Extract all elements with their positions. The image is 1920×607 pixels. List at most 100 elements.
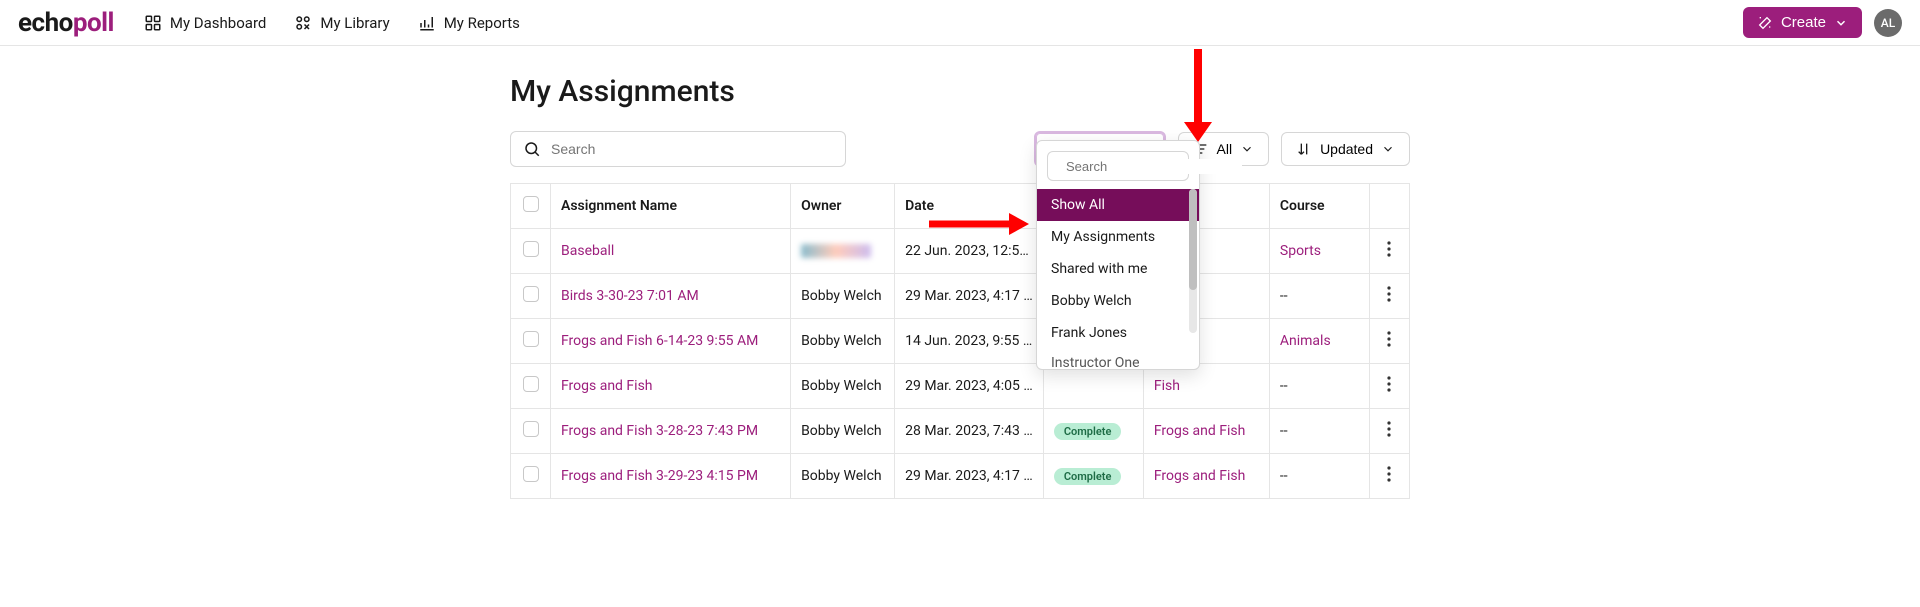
dashboard-icon — [144, 14, 162, 32]
row-actions-menu[interactable] — [1387, 286, 1391, 302]
assessment-link[interactable]: Frogs and Fish — [1154, 423, 1246, 439]
owner-cell: Bobby Welch — [791, 409, 895, 454]
assignment-link[interactable]: Frogs and Fish 6-14-23 9:55 AM — [561, 333, 758, 349]
col-course: Course — [1269, 184, 1369, 229]
dropdown-item[interactable]: Show All — [1037, 189, 1199, 221]
table-row: Frogs and Fish Bobby Welch29 Mar. 2023, 4… — [511, 364, 1410, 409]
course-cell: -- — [1269, 274, 1369, 319]
assignment-link[interactable]: Frogs and Fish — [561, 378, 653, 394]
table-row: Birds 3-30-23 7:01 AM Bobby Welch29 Mar. … — [511, 274, 1410, 319]
row-checkbox[interactable] — [523, 331, 539, 347]
status-badge: Complete — [1054, 423, 1122, 440]
blurred-owner — [801, 244, 871, 258]
date-cell: 28 Mar. 2023, 7:43 … — [895, 409, 1044, 454]
scrollbar-thumb[interactable] — [1189, 189, 1197, 290]
dropdown-item[interactable]: My Assignments — [1037, 221, 1199, 253]
owner-cell — [791, 229, 895, 274]
row-actions-menu[interactable] — [1387, 421, 1391, 437]
date-cell: 29 Mar. 2023, 4:17 … — [895, 454, 1044, 499]
select-all-checkbox[interactable] — [523, 196, 539, 212]
create-label: Create — [1781, 14, 1826, 31]
assessment-cell: Frogs and Fish — [1143, 454, 1269, 499]
main-content: My Assignments Show All All Updated — [510, 74, 1410, 499]
show-all-dropdown: Show AllMy AssignmentsShared with meBobb… — [1036, 140, 1200, 370]
dropdown-search[interactable] — [1047, 151, 1189, 181]
assignment-link[interactable]: Frogs and Fish 3-28-23 7:43 PM — [561, 423, 758, 439]
search-input[interactable] — [551, 141, 833, 157]
course-cell: Animals — [1269, 319, 1369, 364]
create-button[interactable]: Create — [1743, 7, 1862, 38]
sort-icon — [1296, 141, 1312, 157]
col-actions — [1369, 184, 1409, 229]
owner-cell: Bobby Welch — [791, 454, 895, 499]
row-checkbox[interactable] — [523, 421, 539, 437]
assignment-link[interactable]: Baseball — [561, 243, 614, 259]
page-title: My Assignments — [510, 74, 1410, 109]
topbar: echopoll My Dashboard My Library My Repo… — [0, 0, 1920, 46]
status-cell — [1043, 364, 1143, 409]
search-icon — [523, 140, 541, 158]
assignment-link[interactable]: Frogs and Fish 3-29-23 4:15 PM — [561, 468, 758, 484]
owner-cell: Bobby Welch — [791, 319, 895, 364]
assignment-link[interactable]: Birds 3-30-23 7:01 AM — [561, 288, 699, 304]
search-box[interactable] — [510, 131, 846, 167]
dropdown-item[interactable]: Shared with me — [1037, 253, 1199, 285]
brand-part2: poll — [73, 8, 114, 38]
library-icon — [294, 14, 312, 32]
nav-reports-label: My Reports — [444, 14, 520, 32]
status-cell: Complete — [1043, 409, 1143, 454]
annotation-arrow-down — [1178, 44, 1218, 144]
assessment-cell: Frogs and Fish — [1143, 409, 1269, 454]
nav-reports[interactable]: My Reports — [418, 14, 520, 32]
dropdown-scrollbar[interactable] — [1189, 189, 1197, 333]
date-cell: 14 Jun. 2023, 9:55 … — [895, 319, 1044, 364]
brand-logo[interactable]: echopoll — [18, 10, 114, 36]
col-checkbox — [511, 184, 551, 229]
owner-cell: Bobby Welch — [791, 274, 895, 319]
primary-nav: My Dashboard My Library My Reports — [144, 14, 520, 32]
assessment-link[interactable]: Fish — [1154, 378, 1180, 394]
owner-cell: Bobby Welch — [791, 364, 895, 409]
reports-icon — [418, 14, 436, 32]
avatar[interactable]: AL — [1874, 9, 1902, 37]
dropdown-search-input[interactable] — [1066, 159, 1242, 174]
wand-icon — [1757, 15, 1773, 31]
row-checkbox[interactable] — [523, 466, 539, 482]
row-actions-menu[interactable] — [1387, 241, 1391, 257]
nav-dashboard[interactable]: My Dashboard — [144, 14, 266, 32]
assessment-cell: Fish — [1143, 364, 1269, 409]
assessment-link[interactable]: Frogs and Fish — [1154, 468, 1246, 484]
nav-library[interactable]: My Library — [294, 14, 389, 32]
nav-library-label: My Library — [320, 14, 389, 32]
updated-label: Updated — [1320, 141, 1373, 157]
updated-sort[interactable]: Updated — [1281, 132, 1410, 166]
dropdown-item-partial[interactable]: Instructor One — [1037, 349, 1199, 369]
brand-part1: echo — [18, 8, 73, 38]
dropdown-item[interactable]: Frank Jones — [1037, 317, 1199, 349]
nav-dashboard-label: My Dashboard — [170, 14, 266, 32]
row-checkbox[interactable] — [523, 241, 539, 257]
course-cell: -- — [1269, 454, 1369, 499]
course-cell: Sports — [1269, 229, 1369, 274]
row-actions-menu[interactable] — [1387, 376, 1391, 392]
table-row: Frogs and Fish 3-28-23 7:43 PM Bobby Welc… — [511, 409, 1410, 454]
row-checkbox[interactable] — [523, 376, 539, 392]
chevron-down-icon — [1240, 142, 1254, 156]
table-row: Frogs and Fish 3-29-23 4:15 PM Bobby Welc… — [511, 454, 1410, 499]
table-row: Frogs and Fish 6-14-23 9:55 AM Bobby Welc… — [511, 319, 1410, 364]
course-link[interactable]: Sports — [1280, 243, 1321, 259]
date-cell: 29 Mar. 2023, 4:17 … — [895, 274, 1044, 319]
chevron-down-icon — [1834, 16, 1848, 30]
course-cell: -- — [1269, 364, 1369, 409]
row-actions-menu[interactable] — [1387, 466, 1391, 482]
row-actions-menu[interactable] — [1387, 331, 1391, 347]
course-cell: -- — [1269, 409, 1369, 454]
annotation-arrow-right — [924, 209, 1034, 239]
table-body: Baseball22 Jun. 2023, 12:5…SportsBirds 3… — [511, 229, 1410, 499]
course-link[interactable]: Animals — [1280, 333, 1331, 349]
date-cell: 29 Mar. 2023, 4:05 … — [895, 364, 1044, 409]
dropdown-item[interactable]: Bobby Welch — [1037, 285, 1199, 317]
row-checkbox[interactable] — [523, 286, 539, 302]
chevron-down-icon — [1381, 142, 1395, 156]
status-cell: Complete — [1043, 454, 1143, 499]
